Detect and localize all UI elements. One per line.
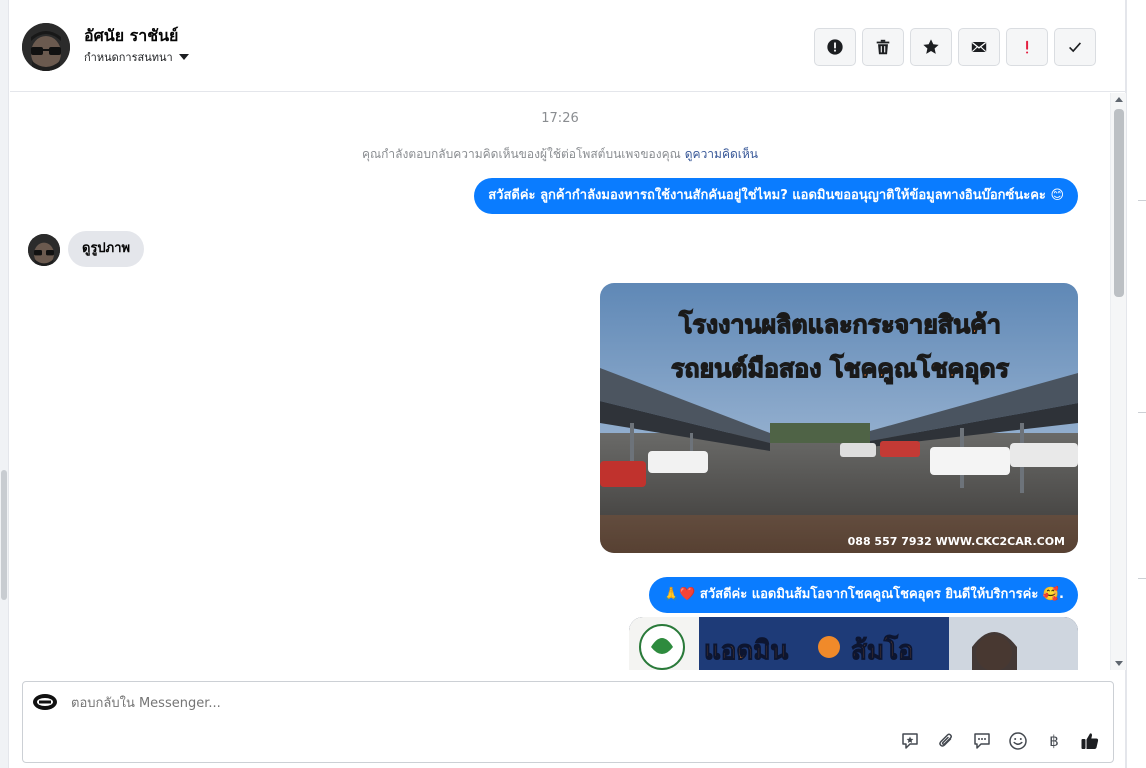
mark-unread-button[interactable] [958,28,1000,66]
admin-image-headline: แอดมิน [704,636,788,666]
image-headline-2: รถยนต์มือสอง โชคคูณโชคอุดร [671,353,1010,385]
image-headline-1: โรงงานผลิตและกระจายสินค้า [678,309,1001,339]
view-comment-link[interactable]: ดูความคิดเห็น [685,147,758,161]
incoming-message[interactable]: ดูรูปภาพ [68,231,145,267]
star-button[interactable] [910,28,952,66]
conversation-status-label: กำหนดการสนทนา [84,51,173,64]
alert-button[interactable] [814,28,856,66]
left-scrollbar-thumb[interactable] [1,470,7,600]
admin-promo-photo: แอดมิน ส้มโอ [629,617,1078,670]
reply-context-notice: คุณกำลังตอบกลับความคิดเห็นของผู้ใช้ต่อโพ… [10,145,1110,164]
quick-reply-button[interactable] [971,730,993,752]
admin-image-headline-2: ส้มโอ [851,634,914,666]
thumbs-up-icon [1081,733,1099,749]
trash-icon [876,39,890,55]
chat-bubble-icon [974,733,990,749]
panel-divider [1138,578,1146,579]
outgoing-image-dealership[interactable]: โรงงานผลิตและกระจายสินค้า รถยนต์มือสอง โ… [600,283,1078,553]
saved-reply-icon [902,733,918,749]
saved-reply-button[interactable] [899,730,921,752]
panel-divider [1138,412,1146,413]
outgoing-message[interactable]: 🙏❤️ สวัสดีค่ะ แอดมินส้มโอจากโชคคูณโชคอุด… [649,577,1078,613]
conversation-panel: อัศนัย ราชันย์ กำหนดการสนทนา 17:26 คุณกำ… [10,0,1126,768]
flag-important-button[interactable] [1006,28,1048,66]
emoji-button[interactable] [1007,730,1029,752]
outgoing-message[interactable]: สวัสดีค่ะ ลูกค้ากำลังมองหารถใช้งานสักคัน… [474,178,1078,214]
message-thread[interactable]: 17:26 คุณกำลังตอบกลับความคิดเห็นของผู้ใช… [10,93,1110,670]
conversation-status-dropdown[interactable]: กำหนดการสนทนา [84,48,189,66]
reply-composer: ฿ [22,681,1114,763]
composer-toolbar: ฿ [899,730,1101,752]
caret-down-icon [178,54,189,60]
conversation-header: อัศนัย ราชันย์ กำหนดการสนทนา [10,0,1126,92]
payment-button[interactable]: ฿ [1043,730,1065,752]
contact-small-avatar[interactable] [28,234,60,266]
panel-divider [1138,200,1146,201]
exclamation-circle-icon [827,39,843,55]
message-timestamp: 17:26 [541,111,579,126]
outgoing-image-admin[interactable]: แอดมิน ส้มโอ [629,617,1078,670]
messenger-inbox-window: อัศนัย ราชันย์ กำหนดการสนทนา 17:26 คุณกำ… [0,0,1146,768]
delete-button[interactable] [862,28,904,66]
page-logo-icon [32,692,58,712]
thread-scrollbar[interactable] [1110,93,1126,670]
conversation-actions [814,28,1096,66]
reply-context-text: คุณกำลังตอบกลับความคิดเห็นของผู้ใช้ต่อโพ… [362,147,681,161]
star-icon [923,39,939,54]
scroll-up-arrow-icon[interactable] [1115,97,1123,102]
image-footer-contact: 088 557 7932 WWW.CKC2CAR.COM [848,535,1065,548]
baht-icon: ฿ [1049,732,1059,750]
contact-avatar[interactable] [22,23,70,71]
exclamation-icon [1026,40,1029,54]
check-icon [1069,42,1082,53]
contact-name[interactable]: อัศนัย ราชันย์ [84,24,178,49]
paperclip-icon [939,733,952,747]
scroll-down-arrow-icon[interactable] [1115,661,1123,666]
envelope-icon [971,42,987,52]
attach-file-button[interactable] [935,730,957,752]
dealership-photo: โรงงานผลิตและกระจายสินค้า รถยนต์มือสอง โ… [600,283,1078,553]
left-scrollbar[interactable] [0,0,9,768]
right-side-panel [1126,0,1146,768]
like-button[interactable] [1079,730,1101,752]
mark-done-button[interactable] [1054,28,1096,66]
thread-scrollbar-thumb[interactable] [1114,109,1124,297]
reply-input[interactable] [71,690,771,716]
emoji-icon [1009,732,1027,750]
